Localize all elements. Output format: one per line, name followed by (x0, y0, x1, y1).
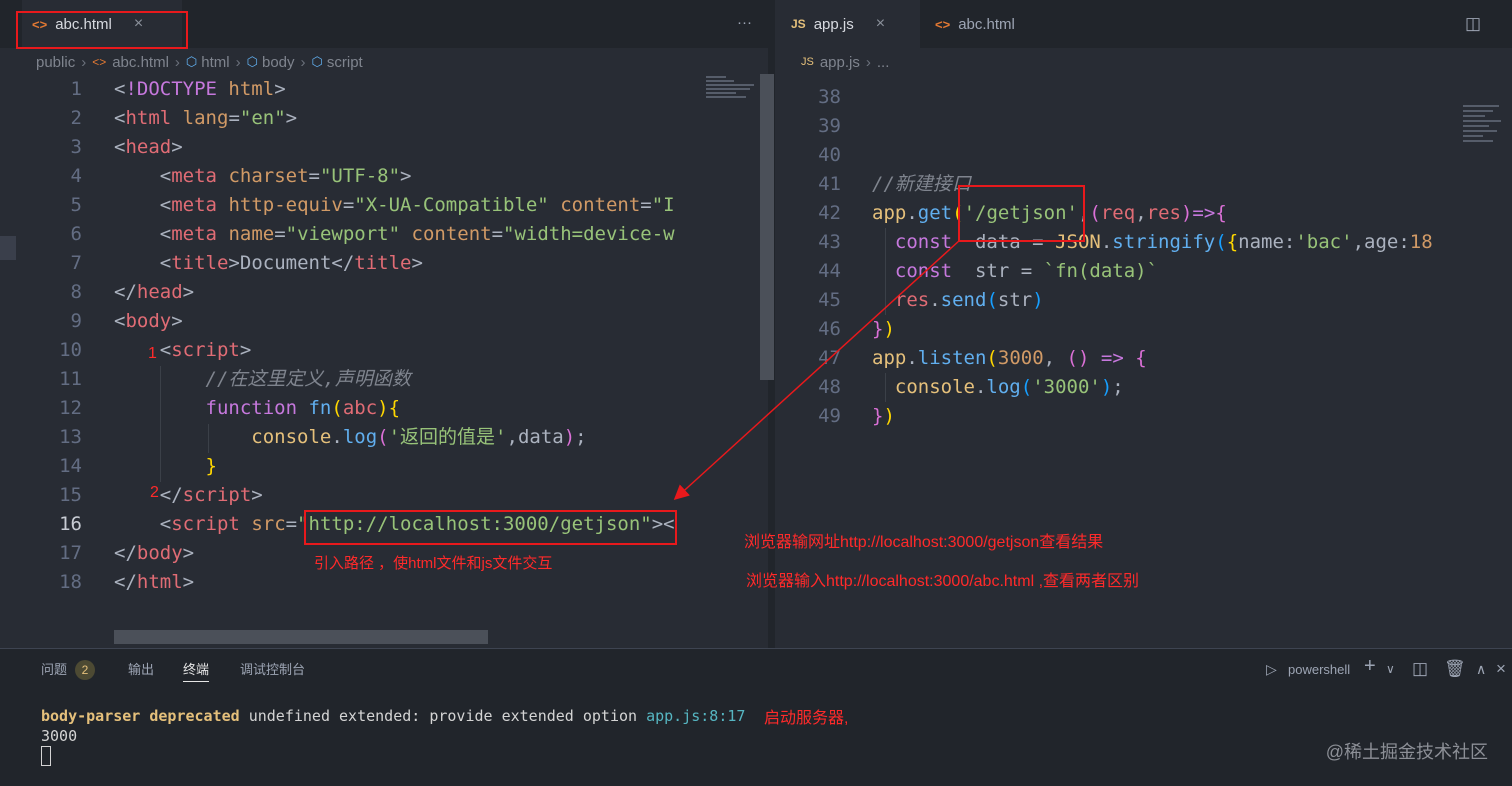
terminal-output-line: 3000 (41, 727, 78, 745)
tab-problems[interactable]: 问题 2 (41, 659, 96, 681)
warning-title: body-parser deprecated (41, 707, 240, 725)
terminal-warning-line: body-parser deprecated undefined extende… (41, 707, 745, 725)
add-terminal-icon[interactable]: + (1364, 655, 1376, 678)
tab-label: 问题 (41, 662, 68, 677)
split-terminal-icon[interactable]: ◫ (1412, 659, 1428, 679)
warning-message: undefined extended: provide extended opt… (239, 707, 647, 725)
annotation-browser-note-2: 浏览器输入http://localhost:3000/abc.html ,查看两… (746, 573, 1140, 590)
tab-debug-console[interactable]: 调试控制台 (240, 659, 305, 681)
tab-output[interactable]: 输出 (128, 659, 154, 681)
tab-terminal[interactable]: 终端 (183, 659, 210, 682)
terminal-icon: ▷ (1266, 661, 1277, 677)
annotation-browser-note-1: 浏览器输网址http://localhost:3000/getjson查看结果 (744, 534, 1104, 551)
warning-location[interactable]: app.js:8:17 (646, 707, 745, 725)
terminal-shell-selector[interactable]: powershell (1288, 659, 1350, 681)
trash-icon[interactable]: 🗑 (1444, 659, 1466, 679)
close-panel-icon[interactable]: × (1496, 659, 1506, 679)
annotation-import-note: 引入路径 ，使html文件和js文件交互 (314, 555, 553, 572)
annotation-marker-2: 2 (150, 484, 159, 501)
annotation-start-server: 启动服务器, (764, 710, 849, 727)
problems-count-badge: 2 (75, 660, 96, 680)
terminal-cursor[interactable] (41, 746, 51, 766)
bottom-panel: 问题 2 输出 终端 调试控制台 ▷ powershell + ∨ ◫ 🗑 ∧ ×… (0, 648, 1512, 786)
watermark: @稀土掘金技术社区 (1325, 742, 1488, 762)
chevron-down-icon[interactable]: ∨ (1386, 662, 1395, 676)
chevron-up-icon[interactable]: ∧ (1476, 661, 1486, 678)
annotation-marker-1: 1 (148, 345, 157, 362)
